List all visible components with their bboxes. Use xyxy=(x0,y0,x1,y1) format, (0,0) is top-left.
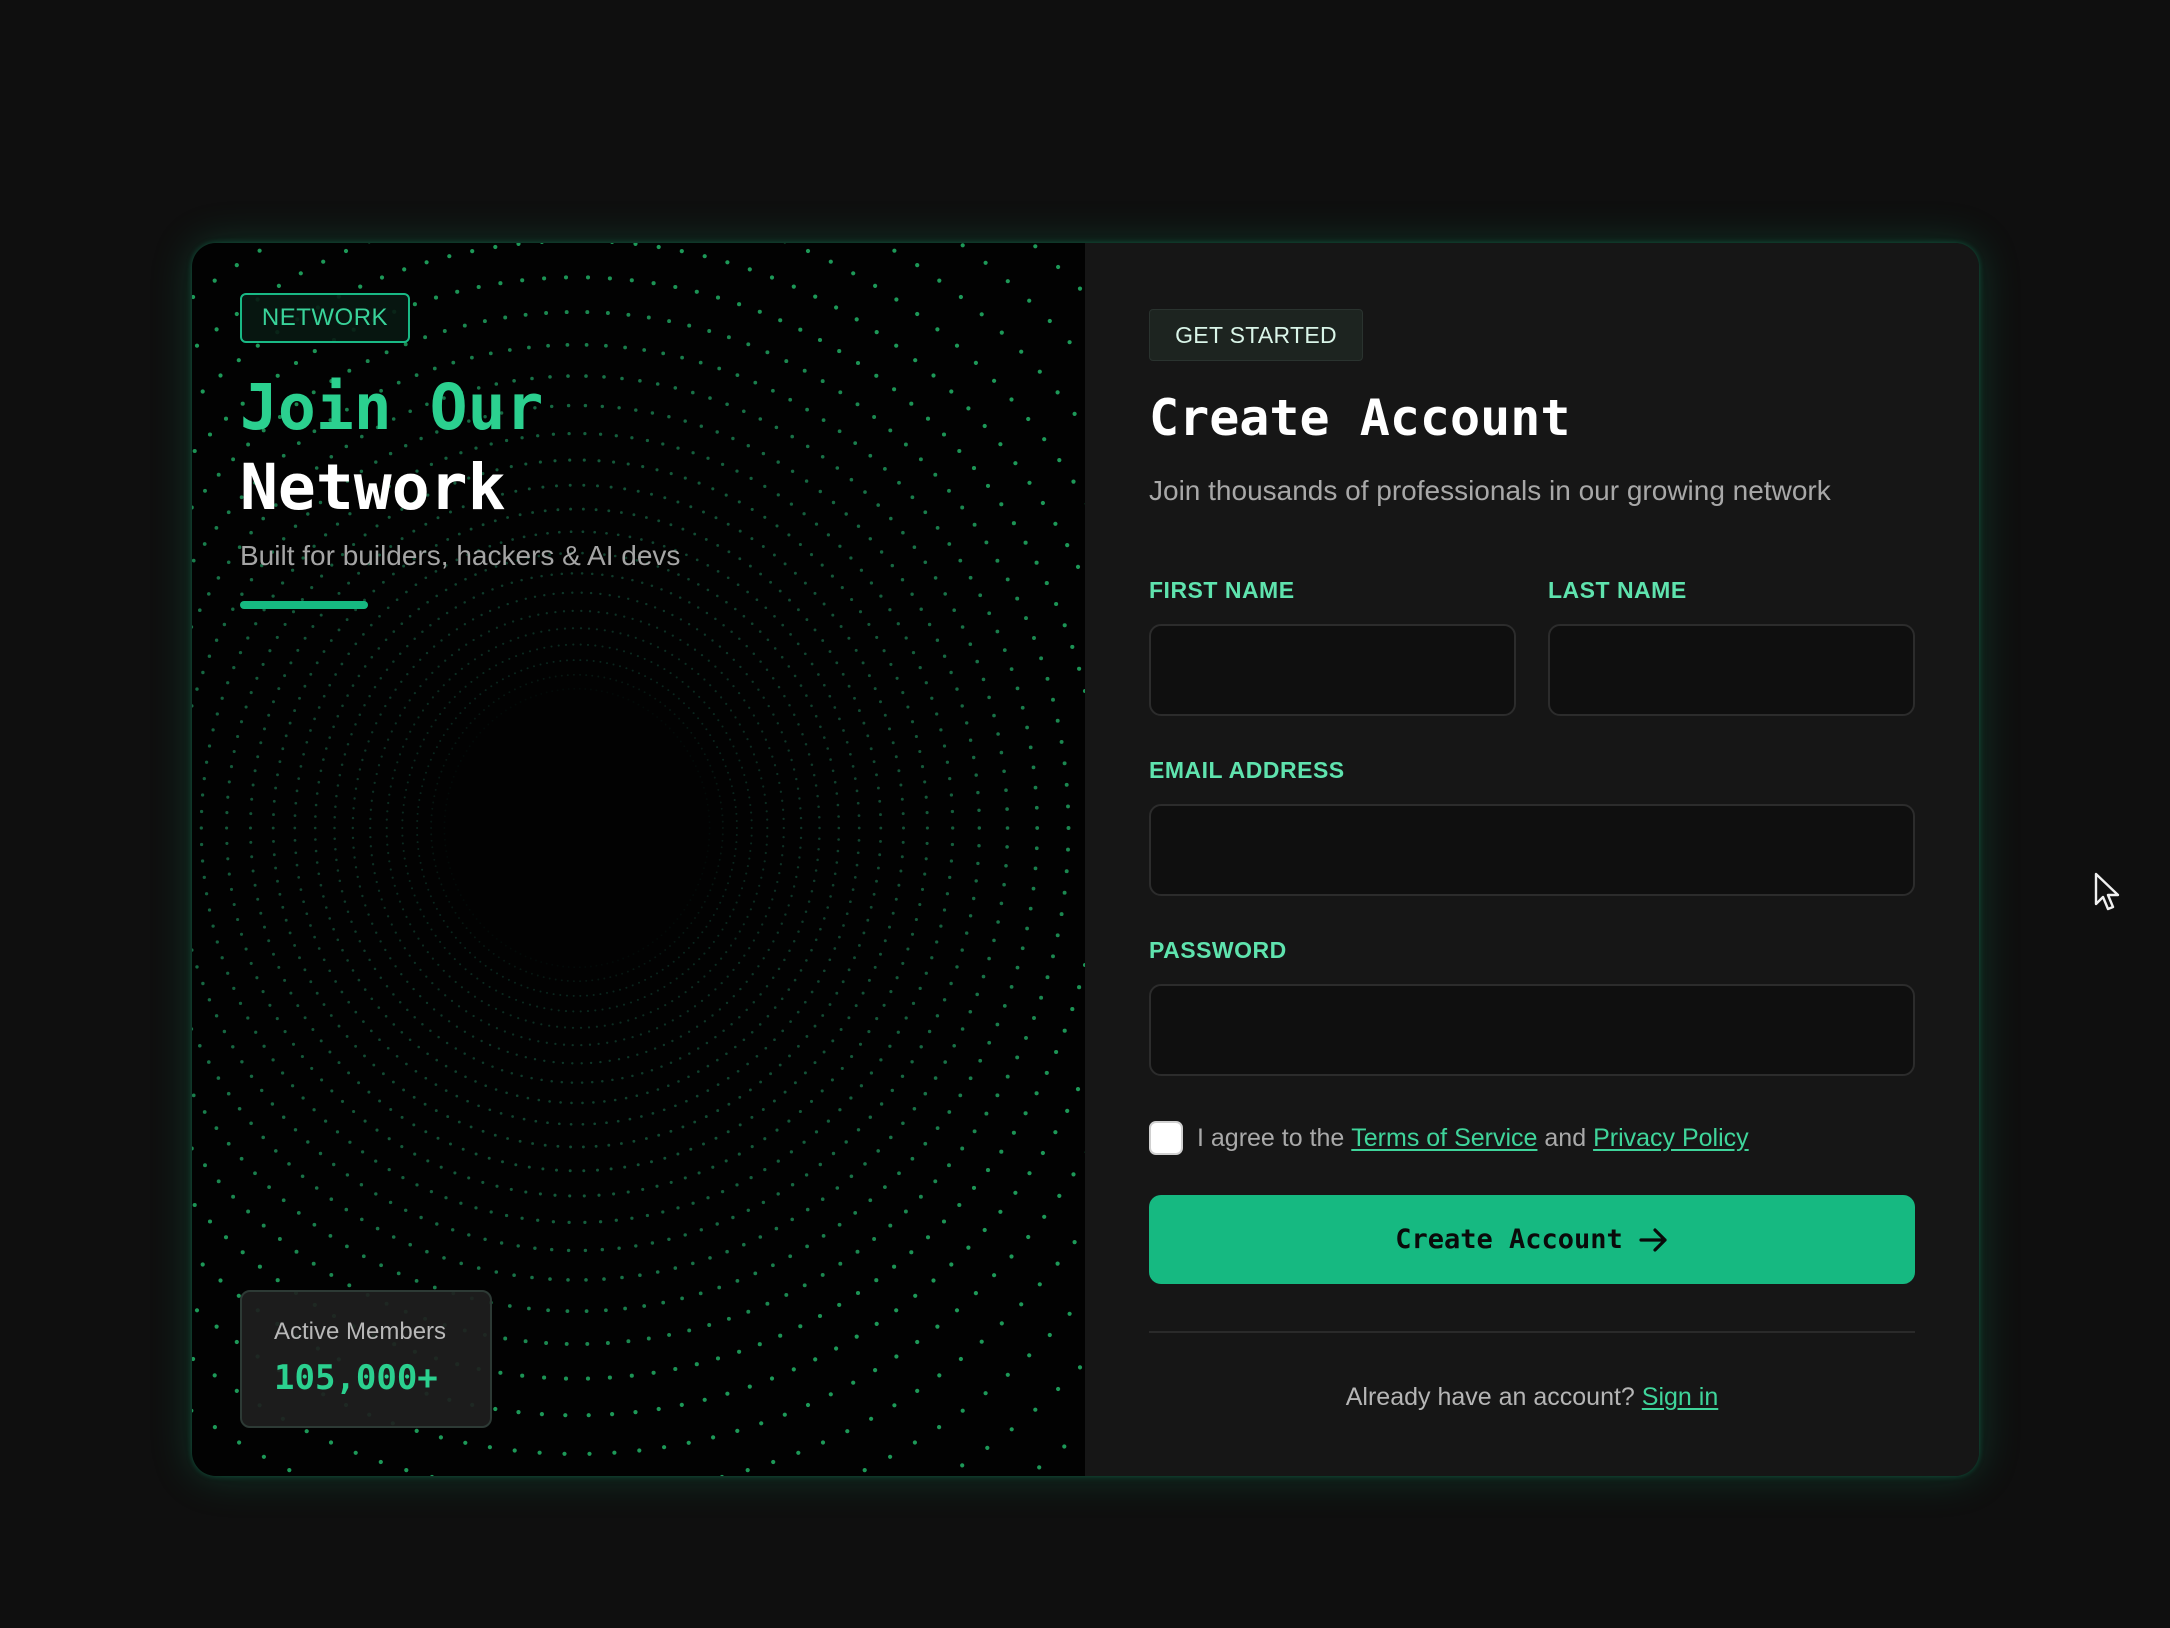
hero-title: Join Our Network xyxy=(240,368,543,528)
mouse-pointer-icon xyxy=(2094,872,2120,911)
stat-value: 105,000+ xyxy=(274,1358,438,1398)
email-label: EMAIL ADDRESS xyxy=(1149,757,1345,783)
hero-title-line-1: Join Our xyxy=(240,371,544,444)
agree-prefix: I agree to the xyxy=(1197,1123,1345,1152)
privacy-policy-link[interactable]: Privacy Policy xyxy=(1593,1124,1749,1153)
signin-prompt: Already have an account? xyxy=(1345,1383,1635,1411)
get-started-badge: GET STARTED xyxy=(1149,309,1363,361)
last-name-label: LAST NAME xyxy=(1548,577,1687,603)
email-input[interactable] xyxy=(1149,804,1915,896)
signup-form-panel: GET STARTED Create Account Join thousand… xyxy=(1085,243,1979,1476)
network-badge: NETWORK xyxy=(240,293,410,343)
signup-card: NETWORK Join Our Network Built for build… xyxy=(192,243,1979,1476)
hero-panel: NETWORK Join Our Network Built for build… xyxy=(192,243,1085,1476)
create-account-label: Create Account xyxy=(1395,1224,1623,1255)
terms-checkbox[interactable] xyxy=(1149,1121,1183,1155)
hero-title-line-2: Network xyxy=(240,451,506,524)
password-input[interactable] xyxy=(1149,984,1915,1076)
password-label: PASSWORD xyxy=(1149,937,1287,963)
signin-prompt-row: Already have an account? Sign in xyxy=(1149,1383,1915,1412)
last-name-input[interactable] xyxy=(1548,624,1915,716)
hero-subtitle: Built for builders, hackers & AI devs xyxy=(240,540,681,571)
arrow-right-icon xyxy=(1639,1227,1667,1252)
form-subtitle: Join thousands of professionals in our g… xyxy=(1149,475,1831,506)
agree-and: and xyxy=(1544,1123,1587,1152)
first-name-label: FIRST NAME xyxy=(1149,577,1295,603)
terms-agreement: I agree to the Terms of Service and Priv… xyxy=(1197,1121,1749,1155)
create-account-button[interactable]: Create Account xyxy=(1149,1195,1915,1284)
form-divider xyxy=(1149,1331,1915,1333)
terms-of-service-link[interactable]: Terms of Service xyxy=(1351,1124,1537,1153)
stat-label: Active Members xyxy=(274,1318,447,1345)
accent-bar xyxy=(240,601,368,609)
active-members-card: Active Members 105,000+ xyxy=(240,1290,492,1428)
form-title: Create Account xyxy=(1149,389,1571,447)
first-name-input[interactable] xyxy=(1149,624,1516,716)
sign-in-link[interactable]: Sign in xyxy=(1642,1383,1718,1411)
